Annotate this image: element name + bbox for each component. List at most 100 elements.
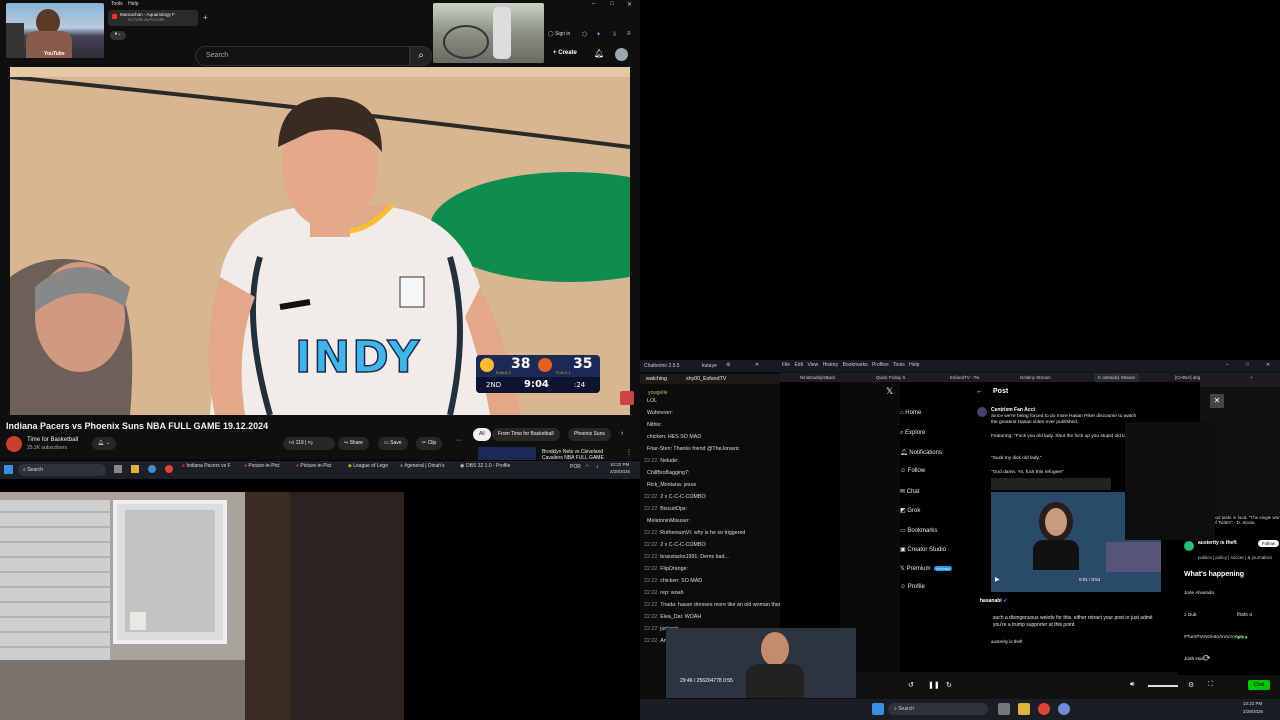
taskbar-search[interactable]: ⌕ Search	[888, 703, 988, 715]
recommended-thumbnail[interactable]	[478, 447, 536, 460]
menu-help[interactable]: Help	[909, 362, 919, 368]
taskbar-app-3[interactable]: ● Picture-in-Pict	[296, 463, 332, 469]
taskbar-search[interactable]: ⌕ Search	[18, 464, 106, 476]
reply-author[interactable]: hasanabi ✔	[980, 598, 1007, 604]
volume-icon[interactable]: 🔊︎	[1130, 681, 1134, 689]
close-icon[interactable]: ✕	[627, 1, 632, 8]
nav-notifications[interactable]: 🔔︎ Notifications	[900, 449, 942, 456]
menu-history[interactable]: History	[823, 362, 839, 368]
windows-start-icon[interactable]	[872, 703, 884, 715]
chip-all[interactable]: All	[473, 428, 491, 441]
volume-slider[interactable]	[1148, 685, 1178, 687]
bluesky-icon[interactable]: ✦	[596, 31, 601, 38]
file-explorer-icon[interactable]	[1018, 703, 1030, 715]
taskbar-app-6[interactable]: ◉ OBS 32.1.0 - Profile	[460, 463, 510, 469]
embedded-preview[interactable]	[991, 478, 1111, 490]
pause-icon[interactable]: ❚❚	[928, 681, 940, 689]
language-indicator[interactable]: POR	[570, 464, 581, 470]
browser-tab-1[interactable]: NinaDaddyisBack	[800, 375, 836, 380]
menu-help[interactable]: Help	[128, 1, 138, 7]
task-view-icon[interactable]	[114, 465, 122, 473]
back-arrow-icon[interactable]: ←	[976, 388, 983, 395]
like-button[interactable]: 👍︎ 119 | 👎︎	[283, 437, 335, 450]
create-button[interactable]: + Create	[553, 50, 577, 56]
menu-icon[interactable]: ≡	[627, 31, 631, 37]
pip-tab[interactable]: Mamachan - Aquariology F PICTURE-IN-PICT…	[108, 10, 198, 26]
follow-suggestion-name[interactable]: austerity is theft	[1198, 540, 1237, 546]
fullscreen-icon[interactable]: ⛶	[1208, 681, 1213, 689]
search-button[interactable]: ⌕	[410, 46, 432, 66]
x-logo-icon[interactable]: 𝕏	[886, 386, 893, 397]
maximize-icon[interactable]: □	[610, 1, 614, 7]
profile-switch-icon[interactable]: ●⌄	[110, 31, 126, 40]
menu-tools[interactable]: Tools	[111, 1, 123, 7]
sign-in-link[interactable]: ◯ Sign in	[548, 31, 570, 37]
rewind-icon[interactable]: ↺	[908, 681, 914, 689]
discord-icon[interactable]	[1058, 703, 1070, 715]
menu-view[interactable]: View	[807, 362, 818, 368]
maximize-icon[interactable]: □	[1246, 362, 1249, 368]
nav-profile[interactable]: ☺ Profile	[900, 584, 925, 590]
save-button[interactable]: ▭ Save	[378, 437, 408, 450]
nav-premium[interactable]: 𝕏 Premium Activate	[900, 565, 952, 572]
browser-tab-3[interactable]: EsfandTV - Tw	[950, 375, 979, 380]
edge-icon[interactable]	[148, 465, 156, 473]
close-icon[interactable]: ✕	[1266, 362, 1270, 368]
play-icon[interactable]: ▶	[995, 576, 1000, 583]
chevron-right-icon[interactable]: ›	[621, 430, 623, 437]
trend-1[interactable]: Jose Alvarado	[1184, 591, 1214, 596]
browser-tab-2[interactable]: Quick Friday S	[876, 375, 906, 380]
author-avatar[interactable]	[977, 407, 987, 417]
chrome-icon[interactable]	[165, 465, 173, 473]
pip-thumbnail-right[interactable]	[433, 3, 544, 63]
extension-icon[interactable]: ⬡	[582, 31, 587, 38]
taskbar-app-4[interactable]: ◆ League of Lege	[348, 463, 388, 469]
search-input[interactable]: Search	[195, 46, 410, 66]
windows-start-icon[interactable]	[4, 465, 13, 474]
trend-3[interactable]: #TurnPIANOintoAnAcronym	[1184, 635, 1244, 640]
minimize-icon[interactable]: –	[592, 1, 595, 7]
share-button[interactable]: ↪ Share	[338, 437, 369, 450]
menu-bookmarks[interactable]: Bookmarks	[843, 362, 868, 368]
file-explorer-icon[interactable]	[131, 465, 139, 473]
new-tab-plus-icon[interactable]: +	[203, 13, 208, 22]
chip-from-channel[interactable]: From Time for Basketball	[492, 428, 560, 441]
clip-button[interactable]: ✂ Clip	[416, 437, 443, 450]
nav-follow[interactable]: ☺ Follow	[900, 468, 925, 474]
reply2-author[interactable]: austerity is theft	[991, 639, 1023, 644]
post-author[interactable]: Centrism Fan Acct	[991, 407, 1035, 413]
new-tab-plus-icon[interactable]: +	[1250, 375, 1253, 380]
more-actions-icon[interactable]: ···	[455, 437, 462, 444]
wifi-icon[interactable]: ◠	[585, 464, 589, 470]
browser-tab-4[interactable]: Destiny Stream	[1020, 375, 1051, 380]
volume-icon[interactable]: ♪	[596, 464, 599, 470]
settings-icon[interactable]: ⚙	[1188, 681, 1194, 689]
chat-send-button[interactable]: Chat	[1248, 680, 1270, 690]
channel-name[interactable]: Time for Basketball	[27, 437, 78, 443]
firefox-icon[interactable]	[1038, 703, 1050, 715]
follow-button[interactable]: Follow	[1258, 540, 1280, 547]
menu-profiles[interactable]: Profiles	[872, 362, 889, 368]
chat-close-icon[interactable]: ✕	[755, 362, 759, 368]
nav-chat[interactable]: ✉ Chat	[900, 488, 919, 495]
bell-icon[interactable]: 🔔︎	[594, 49, 604, 58]
trend-4[interactable]: Josh Hart	[1184, 657, 1205, 662]
downloads-icon[interactable]: ⇩	[612, 31, 617, 38]
taskbar-app-2[interactable]: ● Picture-in-Pict	[244, 463, 280, 469]
pip-thumbnail-left[interactable]: YouTube	[6, 3, 104, 58]
taskbar-app-1[interactable]: ● Indiana Pacers vs F	[182, 463, 231, 469]
task-view-icon[interactable]	[998, 703, 1010, 715]
recommended-title[interactable]: Brooklyn Nets vs Cleveland Cavaliers NBA…	[542, 449, 622, 459]
menu-tools[interactable]: Tools	[893, 362, 905, 368]
nav-creator-studio[interactable]: ▣ Creator Studio	[900, 546, 946, 553]
chat-tab-watching[interactable]: watching	[646, 376, 667, 382]
chat-tab-esfand[interactable]: shy00_EsfandTV	[686, 376, 726, 382]
minimize-icon[interactable]: –	[1226, 362, 1229, 368]
refresh-icon[interactable]: ⟳	[1203, 653, 1211, 664]
nav-home[interactable]: ⌂ Home	[900, 410, 921, 416]
follow-suggestion-avatar[interactable]	[1184, 541, 1194, 551]
avatar[interactable]	[615, 48, 628, 61]
overlay-close-icon[interactable]: ✕	[1210, 394, 1224, 408]
subscribe-notify-button[interactable]: 🔔︎ ⌄	[92, 437, 116, 450]
browser-tab-6[interactable]: [CHINA] abg	[1175, 375, 1200, 380]
